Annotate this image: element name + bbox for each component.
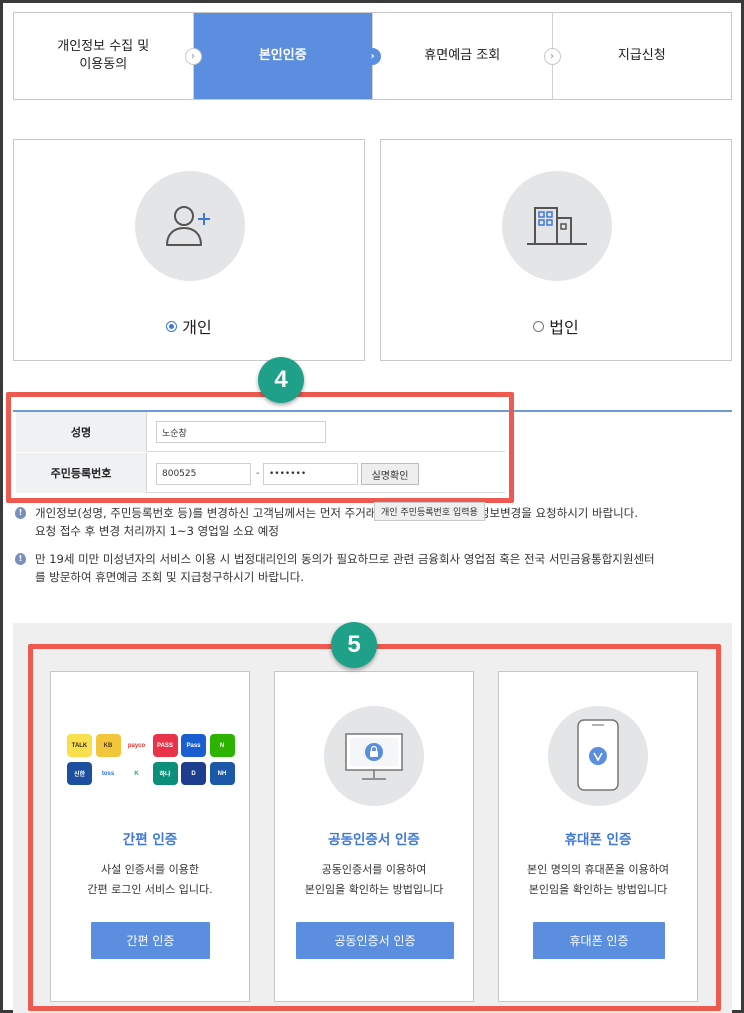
step-label: 휴면예금 조회 — [424, 48, 501, 63]
step-badge-4: 4 — [258, 357, 304, 403]
step-progress-bar: 개인정보 수집 및 이용동의 › 본인인증 › 휴면예금 조회 › 지급신청 — [13, 12, 732, 100]
step-payment-request: 지급신청 — [553, 13, 732, 99]
personal-radio[interactable]: 개인 — [14, 314, 364, 338]
corporate-type-card[interactable]: 법인 — [380, 139, 732, 361]
notice-info-change: ! 개인정보(성명, 주민등록번호 등)를 변경하신 고객님께서는 먼저 주거래… — [15, 504, 730, 542]
step-dormant-deposit-inquiry: 휴면예금 조회 › — [373, 13, 561, 99]
radio-selected-icon[interactable] — [166, 321, 178, 332]
corporate-label: 법인 — [549, 318, 579, 337]
step-badge-5: 5 — [331, 622, 377, 668]
radio-unselected-icon[interactable] — [533, 321, 545, 332]
step-label: 본인인증 — [258, 48, 307, 63]
info-pin-icon: ! — [15, 553, 26, 565]
notice-text: 만 19세 미만 미성년자의 서비스 이용 시 법정대리인의 동의가 필요하므로… — [35, 552, 655, 584]
step-label: 개인정보 수집 및 이용동의 — [57, 39, 150, 72]
corporate-radio[interactable]: 법인 — [381, 314, 731, 338]
personal-type-card[interactable]: 개인 — [13, 139, 365, 361]
highlight-box-form — [6, 392, 514, 503]
chevron-right-icon: › — [184, 48, 202, 65]
chevron-right-icon: › — [543, 48, 561, 65]
person-plus-icon — [135, 171, 245, 281]
step-label: 지급신청 — [617, 48, 666, 63]
highlight-box-auth — [28, 644, 721, 1011]
notice-minor: ! 만 19세 미만 미성년자의 서비스 이용 시 법정대리인의 동의가 필요하… — [15, 550, 730, 588]
step-identity-verification: 본인인증 › — [193, 13, 381, 99]
personal-label: 개인 — [182, 318, 212, 337]
step-privacy-consent: 개인정보 수집 및 이용동의 › — [14, 13, 202, 99]
chevron-right-icon: › — [364, 48, 381, 65]
info-pin-icon: ! — [15, 507, 26, 519]
building-icon — [502, 171, 612, 281]
rrn-tooltip: 개인 주민등록번호 입력용 — [374, 502, 485, 521]
